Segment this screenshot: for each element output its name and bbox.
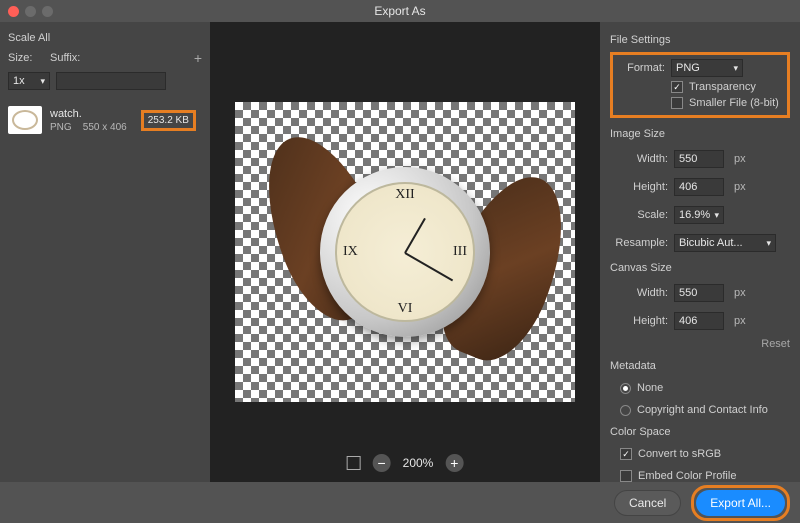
- cnv-width-input[interactable]: 550: [674, 284, 724, 302]
- color-space-heading: Color Space: [610, 426, 790, 438]
- convert-srgb-checkbox[interactable]: ✓: [620, 448, 632, 460]
- metadata-heading: Metadata: [610, 360, 790, 372]
- zoom-window-button[interactable]: [42, 6, 53, 17]
- smaller-file-label: Smaller File (8-bit): [689, 97, 779, 109]
- zoom-toolbar: − 200% +: [347, 454, 464, 472]
- item-filesize: 253.2 KB: [141, 110, 196, 131]
- metadata-copyright-label: Copyright and Contact Info: [637, 404, 768, 416]
- chevron-down-icon: ▾: [714, 210, 719, 221]
- size-select[interactable]: 1x ▾: [8, 72, 50, 90]
- traffic-lights: [8, 6, 53, 17]
- size-label: Size:: [8, 52, 44, 64]
- img-width-unit: px: [734, 153, 746, 165]
- transparency-label: Transparency: [689, 81, 756, 93]
- img-width-label: Width:: [610, 153, 668, 165]
- zoom-out-button[interactable]: −: [373, 454, 391, 472]
- image-size-heading: Image Size: [610, 128, 790, 140]
- file-settings-heading: File Settings: [610, 34, 790, 46]
- left-panel: Scale All Size: Suffix: + 1x ▾ watch. PN…: [0, 22, 210, 482]
- smaller-file-checkbox[interactable]: [671, 97, 683, 109]
- img-width-input[interactable]: 550: [674, 150, 724, 168]
- suffix-input[interactable]: [56, 72, 166, 90]
- zoom-level: 200%: [403, 456, 434, 470]
- resample-label: Resample:: [610, 237, 668, 249]
- window-title: Export As: [374, 4, 425, 18]
- metadata-copyright-radio[interactable]: [620, 405, 631, 416]
- transparency-checkbox[interactable]: ✓: [671, 81, 683, 93]
- item-dimensions: 550 x 406: [83, 122, 127, 133]
- file-settings-highlight: Format: PNG ▾ ✓ Transparency Smaller Fil…: [610, 52, 790, 118]
- export-item-row[interactable]: watch. PNG 550 x 406 253.2 KB: [8, 106, 202, 134]
- scale-label: Scale:: [610, 209, 668, 221]
- chevron-down-icon: ▾: [766, 238, 771, 249]
- chevron-down-icon: ▾: [40, 76, 45, 87]
- minimize-window-button[interactable]: [25, 6, 36, 17]
- add-size-button[interactable]: +: [194, 50, 202, 66]
- size-select-value: 1x: [13, 75, 25, 87]
- fit-screen-icon[interactable]: [347, 456, 361, 470]
- scale-select[interactable]: 16.9% ▾: [674, 206, 724, 224]
- metadata-none-radio[interactable]: [620, 383, 631, 394]
- main-content: Scale All Size: Suffix: + 1x ▾ watch. PN…: [0, 22, 800, 482]
- img-height-label: Height:: [610, 181, 668, 193]
- reset-button[interactable]: Reset: [610, 338, 790, 350]
- preview-area: XII III VI IX − 200% +: [210, 22, 600, 482]
- canvas-size-heading: Canvas Size: [610, 262, 790, 274]
- item-meta: PNG 550 x 406: [50, 122, 127, 133]
- format-select[interactable]: PNG ▾: [671, 59, 743, 77]
- cnv-width-unit: px: [734, 287, 746, 299]
- img-height-unit: px: [734, 181, 746, 193]
- cnv-height-label: Height:: [610, 315, 668, 327]
- export-all-button[interactable]: Export All...: [696, 490, 785, 516]
- item-text: watch. PNG 550 x 406: [50, 108, 127, 133]
- resample-select[interactable]: Bicubic Aut... ▾: [674, 234, 776, 252]
- item-name: watch.: [50, 108, 127, 120]
- export-highlight: Export All...: [691, 485, 790, 521]
- footer: Cancel Export All...: [0, 482, 800, 523]
- format-label: Format:: [615, 62, 665, 74]
- convert-srgb-label: Convert to sRGB: [638, 448, 721, 460]
- embed-profile-label: Embed Color Profile: [638, 470, 736, 482]
- scale-value: 16.9%: [679, 209, 710, 221]
- close-window-button[interactable]: [8, 6, 19, 17]
- img-height-input[interactable]: 406: [674, 178, 724, 196]
- item-thumbnail: [8, 106, 42, 134]
- item-format: PNG: [50, 122, 72, 133]
- metadata-none-label: None: [637, 382, 663, 394]
- scale-all-heading: Scale All: [8, 32, 202, 44]
- cancel-button[interactable]: Cancel: [614, 490, 681, 516]
- cnv-width-label: Width:: [610, 287, 668, 299]
- cnv-height-unit: px: [734, 315, 746, 327]
- format-select-value: PNG: [676, 62, 700, 74]
- cnv-height-input[interactable]: 406: [674, 312, 724, 330]
- titlebar: Export As: [0, 0, 800, 22]
- chevron-down-icon: ▾: [733, 63, 738, 74]
- right-panel: File Settings Format: PNG ▾ ✓ Transparen…: [600, 22, 800, 482]
- suffix-label: Suffix:: [50, 52, 80, 64]
- preview-canvas[interactable]: XII III VI IX: [235, 102, 575, 402]
- zoom-in-button[interactable]: +: [445, 454, 463, 472]
- resample-value: Bicubic Aut...: [679, 237, 743, 249]
- embed-profile-checkbox[interactable]: [620, 470, 632, 482]
- preview-image: XII III VI IX: [265, 132, 545, 372]
